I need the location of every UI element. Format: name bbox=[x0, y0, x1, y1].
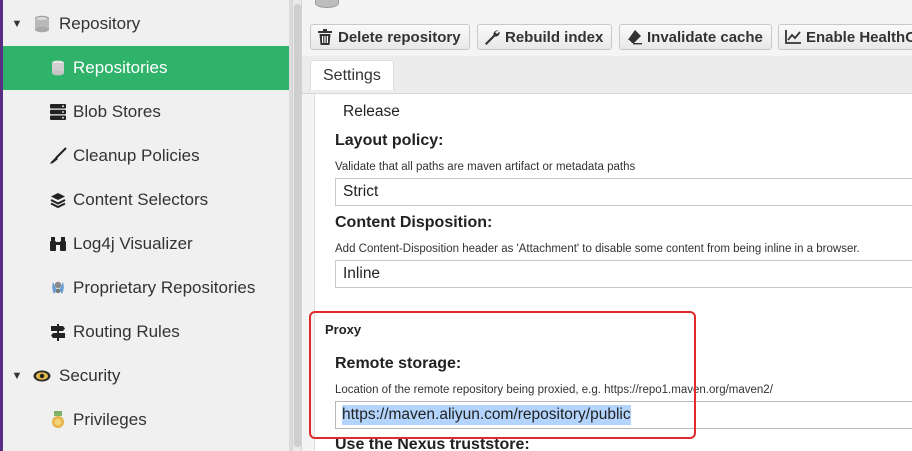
app-window: ▼ Repository Repositories Blob Stores Cl… bbox=[0, 0, 912, 451]
button-label: Invalidate cache bbox=[647, 28, 763, 46]
select-value: Inline bbox=[343, 265, 381, 282]
wrench-icon bbox=[484, 29, 500, 45]
sidebar-group-label: Repository bbox=[59, 14, 141, 33]
layout-policy-label: Layout policy: bbox=[335, 132, 444, 149]
main-panel: Delete repository Rebuild index Invalida… bbox=[302, 0, 912, 451]
button-label: Rebuild index bbox=[505, 28, 604, 46]
layout-policy-select[interactable]: Strict bbox=[335, 178, 912, 206]
shield-icon bbox=[47, 279, 69, 297]
button-label: Delete repository bbox=[338, 28, 461, 46]
sidebar-item-label: Cleanup Policies bbox=[73, 146, 200, 165]
layout-policy-help: Validate that all paths are maven artifa… bbox=[335, 161, 636, 173]
sidebar-item-label: Proprietary Repositories bbox=[73, 278, 256, 297]
tab-settings[interactable]: Settings bbox=[310, 60, 394, 90]
sidebar-item-blob-stores[interactable]: Blob Stores bbox=[3, 90, 289, 134]
sidebar-item-proprietary-repositories[interactable]: Proprietary Repositories bbox=[3, 266, 289, 310]
server-icon bbox=[47, 104, 69, 120]
sidebar-item-label: Log4j Visualizer bbox=[73, 234, 193, 253]
remote-storage-label: Remote storage: bbox=[335, 355, 462, 372]
truststore-label: Use the Nexus truststore: bbox=[335, 436, 530, 451]
invalidate-cache-button[interactable]: Invalidate cache bbox=[619, 24, 772, 50]
input-value: https://maven.aliyun.com/repository/publ… bbox=[342, 405, 631, 425]
delete-repository-button[interactable]: Delete repository bbox=[310, 24, 470, 50]
sidebar-item-privileges[interactable]: Privileges bbox=[3, 398, 289, 442]
eye-icon bbox=[31, 369, 53, 383]
sidebar-item-cleanup-policies[interactable]: Cleanup Policies bbox=[3, 134, 289, 178]
sidebar-item-content-selectors[interactable]: Content Selectors bbox=[3, 178, 289, 222]
remote-storage-help: Location of the remote repository being … bbox=[335, 384, 773, 396]
database-icon bbox=[315, 0, 339, 8]
database-icon bbox=[47, 60, 69, 76]
caret-down-icon[interactable]: ▼ bbox=[3, 370, 31, 382]
sidebar-item-label: Blob Stores bbox=[73, 102, 161, 121]
proxy-section-title: Proxy bbox=[325, 322, 362, 337]
content-disposition-select[interactable]: Inline bbox=[335, 260, 912, 288]
title-bar bbox=[302, 0, 912, 14]
sidebar-item-label: Repositories bbox=[73, 58, 168, 77]
database-icon bbox=[31, 15, 53, 33]
version-policy-select[interactable]: Release bbox=[335, 98, 635, 126]
sidebar: ▼ Repository Repositories Blob Stores Cl… bbox=[3, 0, 289, 451]
layers-icon bbox=[47, 192, 69, 208]
sidebar-group-security[interactable]: ▼ Security bbox=[3, 354, 289, 398]
button-label: Enable HealthC bbox=[806, 28, 912, 46]
sidebar-scrollbar[interactable] bbox=[292, 0, 302, 451]
sidebar-item-repositories[interactable]: Repositories bbox=[3, 46, 289, 90]
select-value: Release bbox=[343, 103, 400, 120]
binoculars-icon bbox=[47, 236, 69, 252]
sidebar-item-label: Content Selectors bbox=[73, 190, 209, 209]
settings-form: Release Layout policy: Validate that all… bbox=[314, 94, 912, 451]
medal-icon bbox=[47, 411, 69, 429]
sidebar-item-log4j-visualizer[interactable]: Log4j Visualizer bbox=[3, 222, 289, 266]
trash-icon bbox=[317, 29, 333, 45]
content-disposition-help: Add Content-Disposition header as 'Attac… bbox=[335, 243, 860, 255]
rebuild-index-button[interactable]: Rebuild index bbox=[477, 24, 613, 50]
sidebar-item-routing-rules[interactable]: Routing Rules bbox=[3, 310, 289, 354]
content-disposition-label: Content Disposition: bbox=[335, 214, 493, 231]
line-chart-icon bbox=[785, 29, 801, 45]
signpost-icon bbox=[47, 323, 69, 341]
eraser-icon bbox=[626, 29, 642, 45]
scrollbar-thumb[interactable] bbox=[294, 4, 301, 447]
sidebar-item-label: Routing Rules bbox=[73, 322, 180, 341]
broom-icon bbox=[47, 147, 69, 165]
sidebar-item-label: Privileges bbox=[73, 410, 147, 429]
caret-down-icon[interactable]: ▼ bbox=[3, 18, 31, 30]
sidebar-group-label: Security bbox=[59, 366, 121, 385]
select-value: Strict bbox=[343, 183, 379, 200]
tab-bar: Settings bbox=[302, 56, 912, 94]
enable-healthcheck-button[interactable]: Enable HealthC bbox=[778, 24, 912, 50]
tab-label: Settings bbox=[323, 66, 381, 84]
toolbar: Delete repository Rebuild index Invalida… bbox=[302, 20, 912, 54]
sidebar-group-repository[interactable]: ▼ Repository bbox=[3, 2, 289, 46]
remote-storage-input[interactable]: https://maven.aliyun.com/repository/publ… bbox=[335, 401, 912, 429]
